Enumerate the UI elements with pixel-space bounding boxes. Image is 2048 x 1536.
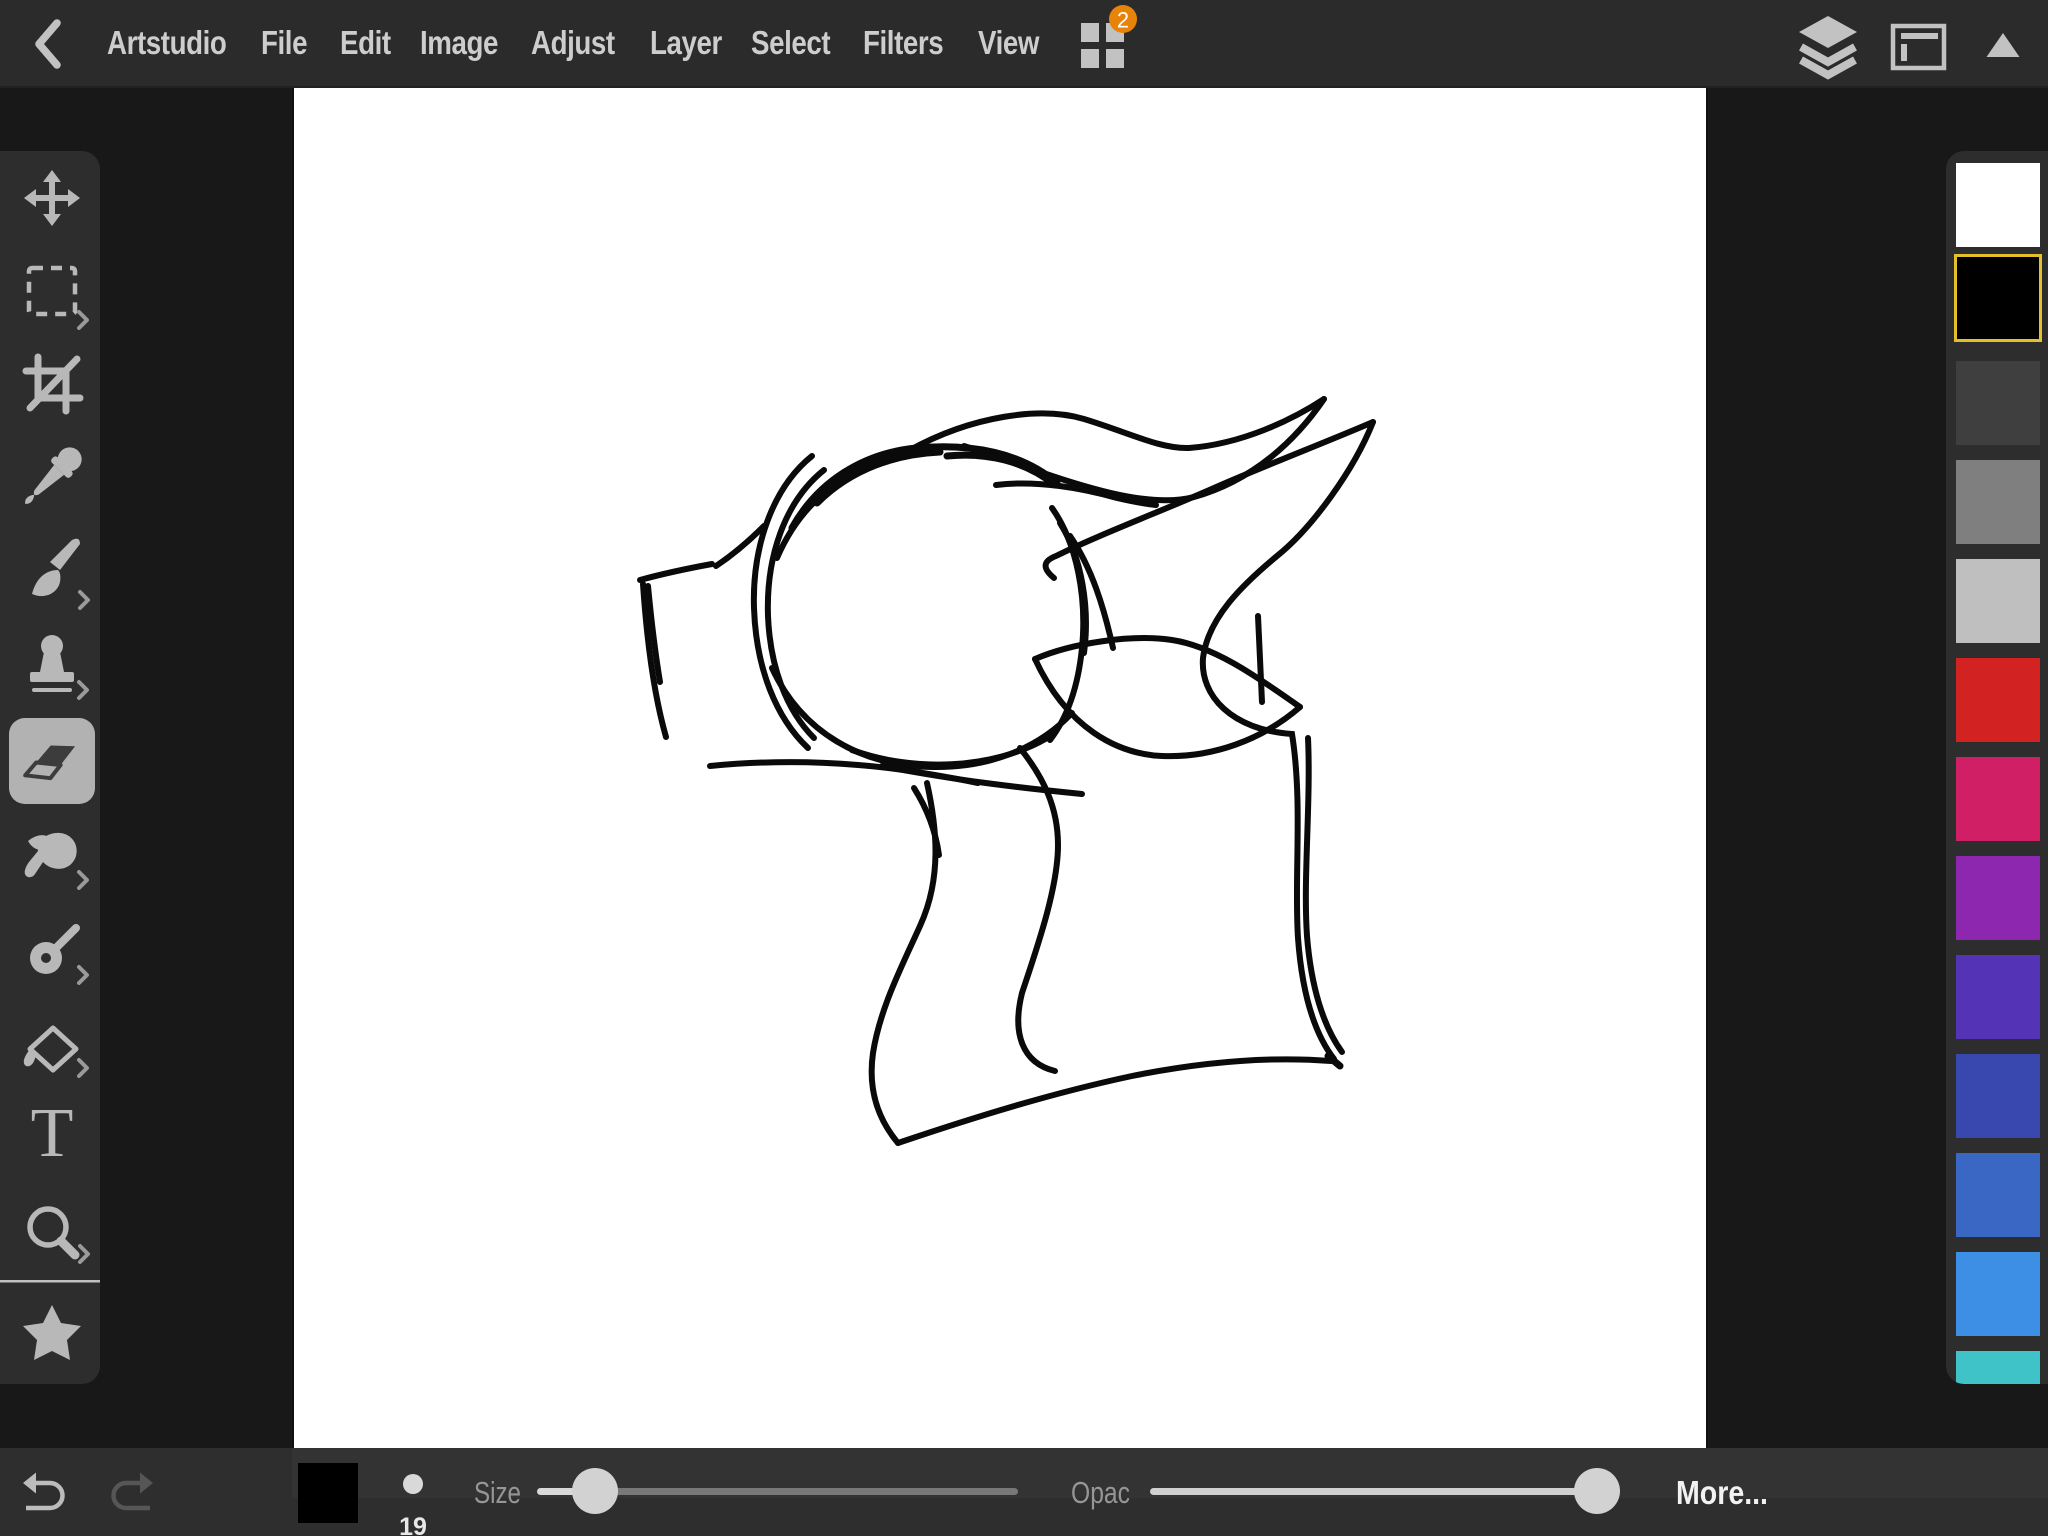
svg-text:T: T [31, 1095, 74, 1172]
svg-text:More...: More... [1676, 1474, 1768, 1511]
svg-text:Opac: Opac [1071, 1475, 1130, 1510]
svg-text:19: 19 [399, 1513, 427, 1536]
svg-text:Size: Size [474, 1475, 521, 1510]
svg-text:2: 2 [1117, 8, 1129, 33]
